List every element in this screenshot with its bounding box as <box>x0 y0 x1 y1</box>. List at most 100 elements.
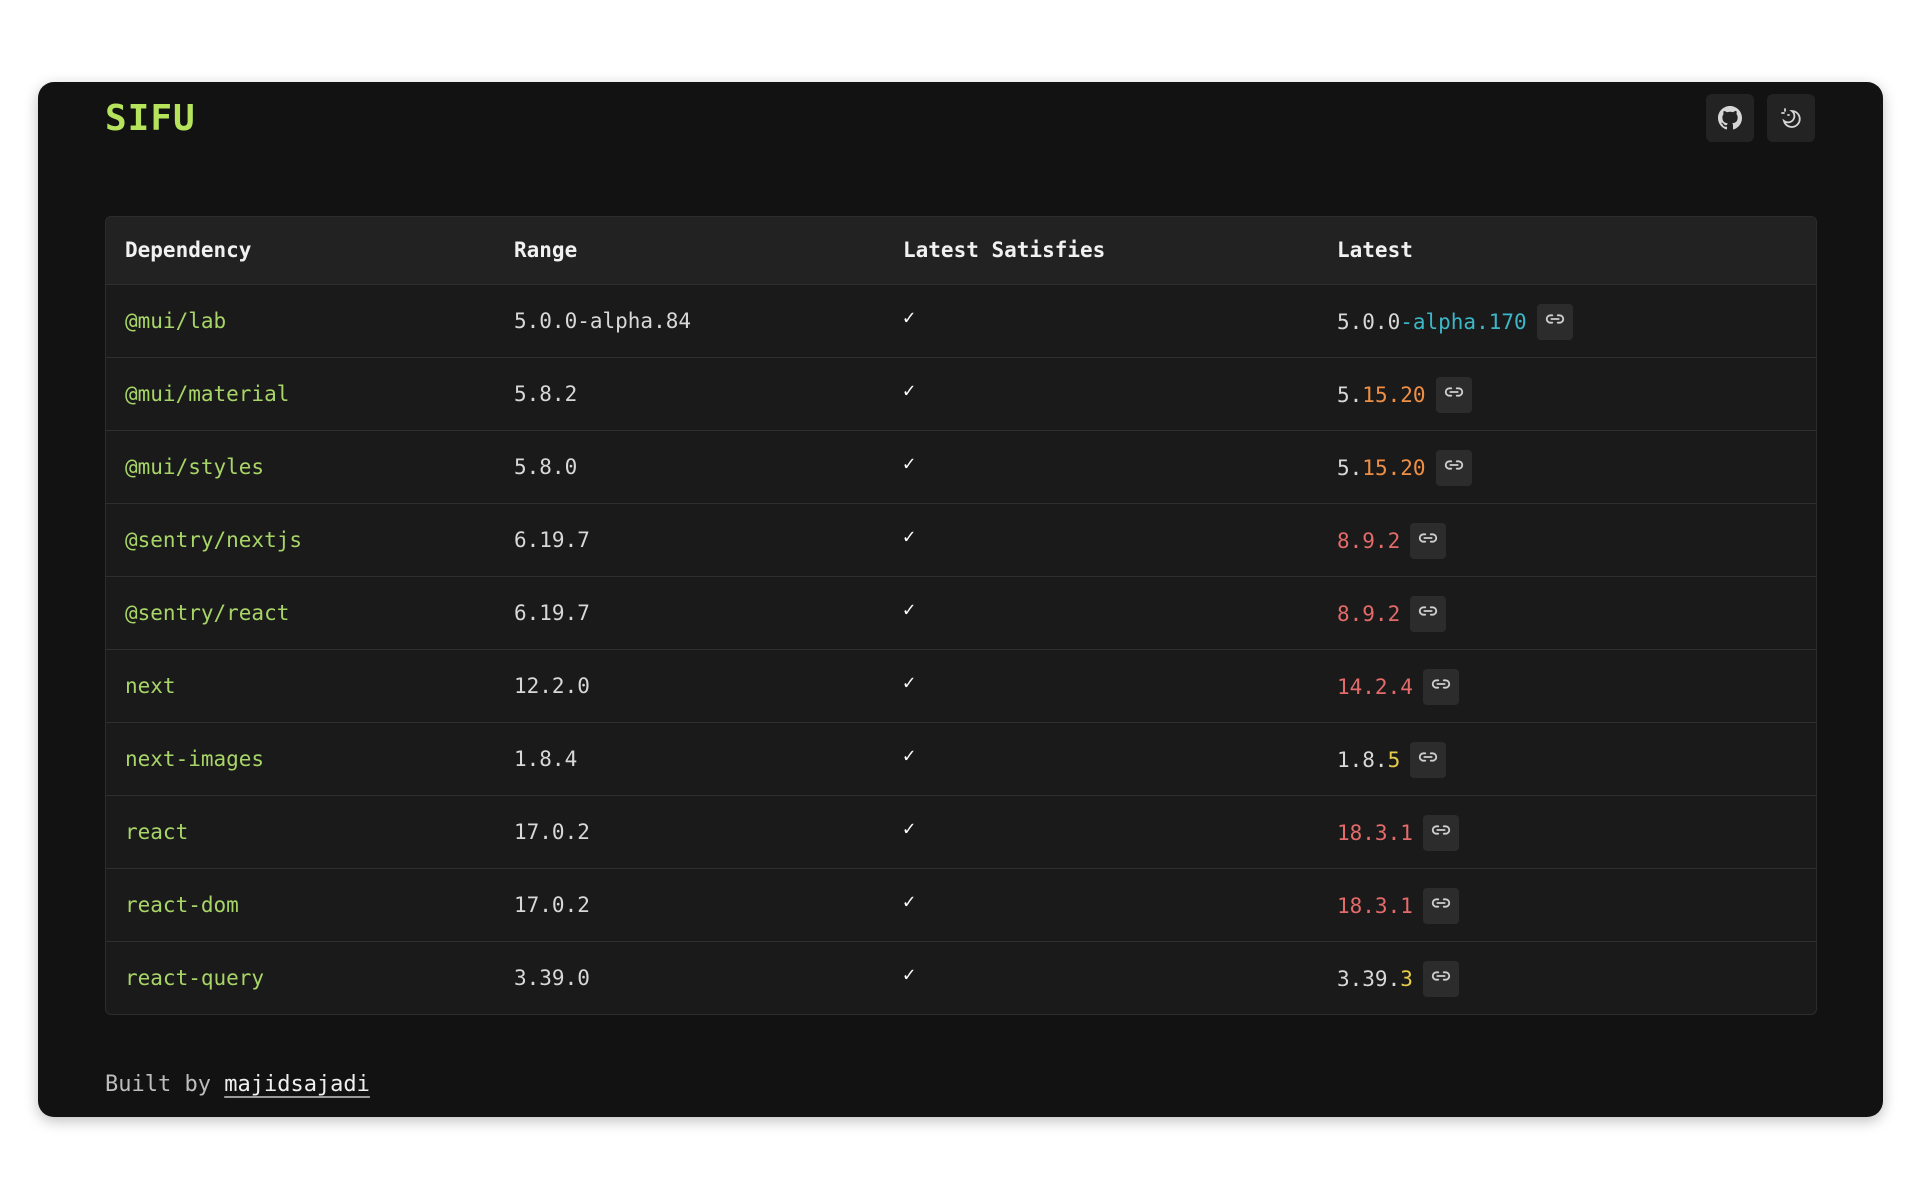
link-button[interactable] <box>1422 814 1459 851</box>
dependency-name[interactable]: @mui/styles <box>106 429 495 503</box>
app-window: SIFU Dependency Range Latest Satisfies L… <box>38 82 1883 1117</box>
latest-cell: 8.9.2 <box>1318 575 1816 649</box>
link-icon <box>1417 746 1439 773</box>
latest-version-base: 3.39. <box>1337 966 1401 991</box>
latest-satisfies-check: ✓ <box>884 794 1318 868</box>
column-header-dependency: Dependency <box>106 217 495 285</box>
range-value: 17.0.2 <box>495 867 884 941</box>
range-value: 3.39.0 <box>495 940 884 1014</box>
latest-cell: 5.0.0-alpha.170 <box>1318 284 1816 357</box>
latest-version-change: 8.9.2 <box>1337 528 1401 553</box>
link-button[interactable] <box>1410 741 1447 778</box>
latest-version-change: 15.20 <box>1362 382 1426 407</box>
table-row: @mui/styles 5.8.0 ✓ 5.15.20 <box>106 429 1816 503</box>
table-row: next 12.2.0 ✓ 14.2.4 <box>106 648 1816 722</box>
link-button[interactable] <box>1435 449 1472 486</box>
latest-version-change: 15.20 <box>1362 455 1426 480</box>
link-icon <box>1430 965 1452 992</box>
latest-cell: 5.15.20 <box>1318 429 1816 503</box>
latest-version-base: 5.0.0 <box>1337 309 1401 334</box>
link-icon <box>1544 308 1566 335</box>
column-header-latest-satisfies: Latest Satisfies <box>884 217 1318 285</box>
table-row: @sentry/nextjs 6.19.7 ✓ 8.9.2 <box>106 502 1816 576</box>
latest-version: 5.15.20 <box>1337 456 1426 480</box>
dependency-name[interactable]: @sentry/react <box>106 575 495 649</box>
link-icon <box>1443 381 1465 408</box>
latest-satisfies-check: ✓ <box>884 356 1318 430</box>
latest-satisfies-check: ✓ <box>903 304 916 329</box>
column-header-latest: Latest <box>1318 217 1816 285</box>
latest-version: 1.8.5 <box>1337 748 1400 772</box>
footer-prefix: Built by <box>105 1072 211 1097</box>
author-link[interactable]: majidsajadi <box>224 1072 370 1097</box>
column-header-range: Range <box>495 217 884 285</box>
latest-version-change: 18.3.1 <box>1337 893 1413 918</box>
latest-version: 3.39.3 <box>1337 967 1413 991</box>
table-row: react-query 3.39.0 ✓ 3.39.3 <box>106 940 1816 1014</box>
latest-satisfies-check: ✓ <box>884 721 1318 795</box>
footer: Built by majidsajadi <box>105 1072 370 1097</box>
table-header-row: Dependency Range Latest Satisfies Latest <box>106 217 1816 285</box>
table-row: @mui/lab 5.0.0-alpha.84 ✓ 5.0.0-alpha.170 <box>106 284 1816 357</box>
latest-version-change: 18.3.1 <box>1337 820 1413 845</box>
app-logo[interactable]: SIFU <box>105 98 196 139</box>
link-icon <box>1430 892 1452 919</box>
latest-cell: 18.3.1 <box>1318 867 1816 941</box>
latest-cell: 1.8.5 <box>1318 721 1816 795</box>
dependency-name[interactable]: @sentry/nextjs <box>106 502 495 576</box>
latest-version-change: -alpha.170 <box>1400 309 1527 334</box>
dependency-name[interactable]: react <box>106 794 495 868</box>
link-button[interactable] <box>1435 376 1472 413</box>
link-button[interactable] <box>1536 303 1573 340</box>
table-row: @mui/material 5.8.2 ✓ 5.15.20 <box>106 356 1816 430</box>
latest-version-base: 5. <box>1337 382 1363 407</box>
dependency-name[interactable]: @mui/material <box>106 356 495 430</box>
link-icon <box>1417 600 1439 627</box>
link-button[interactable] <box>1410 522 1447 559</box>
link-button[interactable] <box>1422 668 1459 705</box>
range-value: 5.8.0 <box>495 429 884 503</box>
dependency-table: Dependency Range Latest Satisfies Latest… <box>105 216 1817 1015</box>
link-button[interactable] <box>1422 887 1459 924</box>
latest-cell: 8.9.2 <box>1318 502 1816 576</box>
latest-version: 5.15.20 <box>1337 383 1426 407</box>
github-icon <box>1718 106 1742 130</box>
theme-toggle-button[interactable] <box>1767 94 1815 142</box>
dependency-name[interactable]: next <box>106 648 495 722</box>
latest-version-change: 14.2.4 <box>1337 674 1413 699</box>
link-icon <box>1430 673 1452 700</box>
latest-satisfies-check: ✓ <box>884 867 1318 941</box>
range-value: 12.2.0 <box>495 648 884 722</box>
range-value: 6.19.7 <box>495 575 884 649</box>
link-icon <box>1430 819 1452 846</box>
table-row: react-dom 17.0.2 ✓ 18.3.1 <box>106 867 1816 941</box>
latest-satisfies-check: ✓ <box>884 502 1318 576</box>
dependency-name[interactable]: @mui/lab <box>106 284 495 357</box>
dependency-name[interactable]: react-dom <box>106 867 495 941</box>
latest-cell: 5.15.20 <box>1318 356 1816 430</box>
dependency-name[interactable]: next-images <box>106 721 495 795</box>
latest-version: 18.3.1 <box>1337 894 1413 918</box>
table-row: @sentry/react 6.19.7 ✓ 8.9.2 <box>106 575 1816 649</box>
link-button[interactable] <box>1422 960 1459 997</box>
latest-satisfies-check: ✓ <box>884 575 1318 649</box>
link-icon <box>1417 527 1439 554</box>
table-row: next-images 1.8.4 ✓ 1.8.5 <box>106 721 1816 795</box>
latest-version-base: 5. <box>1337 455 1363 480</box>
theme-toggle-icon <box>1779 106 1803 130</box>
link-button[interactable] <box>1410 595 1447 632</box>
range-value: 5.0.0-alpha.84 <box>514 308 692 333</box>
latest-version-change: 8.9.2 <box>1337 601 1401 626</box>
latest-satisfies-check: ✓ <box>884 429 1318 503</box>
range-value: 6.19.7 <box>495 502 884 576</box>
latest-version-base: 1.8. <box>1337 747 1388 772</box>
latest-cell: 3.39.3 <box>1318 940 1816 1014</box>
github-button[interactable] <box>1706 94 1754 142</box>
latest-version: 5.0.0-alpha.170 <box>1337 310 1527 334</box>
link-icon <box>1443 454 1465 481</box>
latest-version: 8.9.2 <box>1337 602 1400 626</box>
range-value: 17.0.2 <box>495 794 884 868</box>
range-value: 5.8.2 <box>495 356 884 430</box>
dependency-name[interactable]: react-query <box>106 940 495 1014</box>
latest-satisfies-check: ✓ <box>884 940 1318 1014</box>
